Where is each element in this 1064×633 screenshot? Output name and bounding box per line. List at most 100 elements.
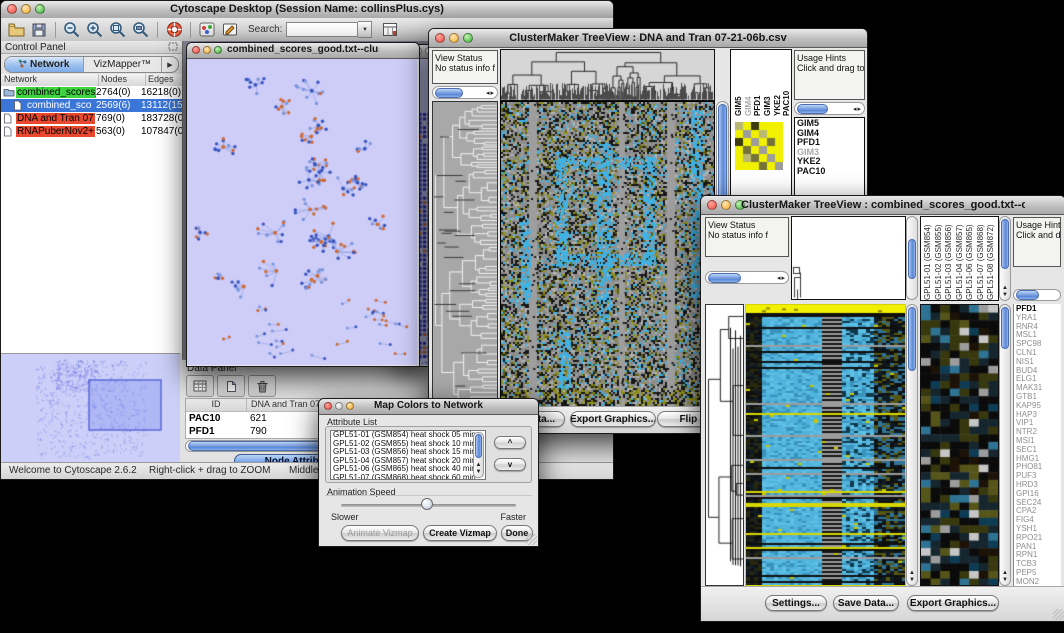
scrollbar-thumb[interactable] [1016,290,1039,300]
close-button[interactable] [435,33,445,43]
heatmap-view[interactable] [500,101,715,407]
settings-button[interactable]: Settings... [765,595,827,611]
network-overview[interactable] [1,353,180,463]
left-dendrogram[interactable] [705,304,744,586]
attribute-list-scrollbar[interactable]: ▲▼ [473,432,484,478]
move-down-button[interactable]: v [494,458,526,471]
close-button[interactable] [192,46,200,54]
scrollbar-thumb[interactable] [797,104,828,114]
scrollbar-thumb[interactable] [1001,307,1009,349]
treeview2-titlebar[interactable]: ClusterMaker TreeView : combined_scores_… [701,196,1064,215]
zoom-in-icon[interactable] [84,20,106,39]
zoom-out-icon[interactable] [61,20,83,39]
resize-grip[interactable] [1053,609,1064,620]
column-labels: GIM5GIM4PFD1GIM3YKE2PAC10 [731,50,791,116]
save-session-icon[interactable] [28,20,50,39]
close-button[interactable] [324,402,332,410]
view-status-scrollbar[interactable]: ◂▸ [432,86,498,99]
export-graphics-button[interactable]: Export Graphics... [570,411,656,427]
resize-grip[interactable] [526,534,537,545]
usage-hints-scrollbar[interactable]: ◂▸ [794,102,865,115]
scrollbar-thumb[interactable] [435,88,463,98]
gene-label[interactable]: PAC10 [795,167,864,177]
top-dendrogram-scrollbar[interactable] [906,216,918,300]
minimize-button[interactable] [721,200,731,210]
attribute-item[interactable]: GPL51-07 (GSM868) heat shock 60 min [331,474,485,481]
minimize-button[interactable] [203,46,211,54]
delete-attribute-icon[interactable] [248,375,276,397]
network-titlebar[interactable]: combined_scores_good.txt--cluste... [187,43,419,59]
network-row[interactable]: combined_sco2569(6)13112(15) [1,99,182,112]
zoom-heatmap-scrollbar[interactable]: ▲▼ [999,304,1011,586]
minimize-button[interactable] [449,33,459,43]
minimize-button[interactable] [21,4,31,14]
tab-network[interactable]: Network [5,57,84,72]
export-graphics-button[interactable]: Export Graphics... [907,595,999,611]
report-icon[interactable] [379,20,401,39]
open-session-icon[interactable] [5,20,27,39]
tab-vizmapper[interactable]: VizMapper™ [84,57,163,72]
tabs-overflow-icon[interactable]: ▶ [162,57,178,72]
treeview1-titlebar[interactable]: ClusterMaker TreeView : DNA and Tran 07-… [429,29,867,48]
top-dendrogram[interactable] [500,49,715,101]
column-label[interactable]: GPL51-06 (GSM865) [965,220,975,300]
help-lifesaver-icon[interactable] [163,20,185,39]
usage-hints-box: Usage Hints Click and drag to [1013,217,1061,267]
column-label[interactable]: GIM3 [763,56,772,116]
search-dropdown-icon[interactable]: ▼ [358,21,372,38]
network-canvas[interactable] [187,59,417,365]
zoom-fit-icon[interactable] [107,20,129,39]
column-label[interactable]: YKE2 [773,56,782,116]
column-label[interactable]: GPL51-08 (GSM872) [986,220,996,300]
scrollbar-thumb[interactable] [908,307,916,371]
column-label[interactable]: PAC10 [782,56,791,116]
scrollbar-thumb[interactable] [708,273,741,283]
heatmap-view[interactable] [745,304,906,586]
column-label[interactable]: GPL51-04 (GSM857) [955,220,965,300]
scrollbar-thumb[interactable] [908,239,916,279]
close-button[interactable] [707,200,717,210]
column-labels-scrollbar[interactable]: ▲▼ [999,216,1011,301]
column-label[interactable]: GPL51-01 (GSM854) [923,220,933,300]
network-row[interactable]: combined_scores_2764(0)16218(0) [1,86,182,99]
column-label[interactable]: GPL51-07 (GSM868) [976,220,986,300]
maximize-button[interactable] [346,402,354,410]
column-labels-panel: GPL51-01 (GSM854)GPL51-02 (GSM855)GPL51-… [920,216,999,301]
create-vizmap-button[interactable]: Create Vizmap [423,525,497,541]
zoom-selected-icon[interactable] [130,20,152,39]
column-label[interactable]: GPL51-03 (GSM856) [944,220,954,300]
annotation-icon[interactable] [219,20,241,39]
top-dendrogram[interactable] [791,216,906,300]
scrollbar-thumb[interactable] [718,104,727,206]
usage-hints-scrollbar[interactable] [1013,289,1061,301]
dialog-titlebar[interactable]: Map Colors to Network [319,399,538,415]
network-row[interactable]: RNAPuberNov2+563(0)107847(0) [1,125,182,138]
column-label[interactable]: PFD1 [753,56,762,116]
summary-matrix[interactable] [735,122,783,170]
maximize-button[interactable] [214,46,222,54]
network-table-body: combined_scores_2764(0)16218(0)combined_… [1,86,182,353]
network-row[interactable]: DNA and Tran 07769(0)183728(0) [1,112,182,125]
close-button[interactable] [7,4,17,14]
move-up-button[interactable]: ^ [494,436,526,449]
slider-thumb[interactable] [421,498,433,510]
new-attribute-icon[interactable] [217,375,245,397]
select-attributes-icon[interactable] [186,375,214,397]
float-panel-icon[interactable] [168,42,178,54]
search-input[interactable] [286,22,358,37]
heatmap-scrollbar[interactable]: ▲▼ [906,304,918,586]
gene-label[interactable]: MON2 [1014,578,1061,586]
scrollbar-thumb[interactable] [475,434,482,458]
main-titlebar[interactable]: Cytoscape Desktop (Session Name: collins… [1,1,613,19]
save-data-button[interactable]: Save Data... [833,595,899,611]
minimize-button[interactable] [335,402,343,410]
column-label[interactable]: GPL51-02 (GSM855) [934,220,944,300]
vizmapper-icon[interactable] [196,20,218,39]
network-edges-count: 107847(0) [141,126,182,137]
column-label[interactable]: GIM5 [734,56,743,116]
zoom-heatmap[interactable] [920,304,999,586]
view-status-scrollbar[interactable]: ◂▸ [705,271,789,284]
left-dendrogram[interactable] [432,101,498,407]
column-label[interactable]: GIM4 [744,56,753,116]
scrollbar-thumb[interactable] [1001,219,1009,269]
